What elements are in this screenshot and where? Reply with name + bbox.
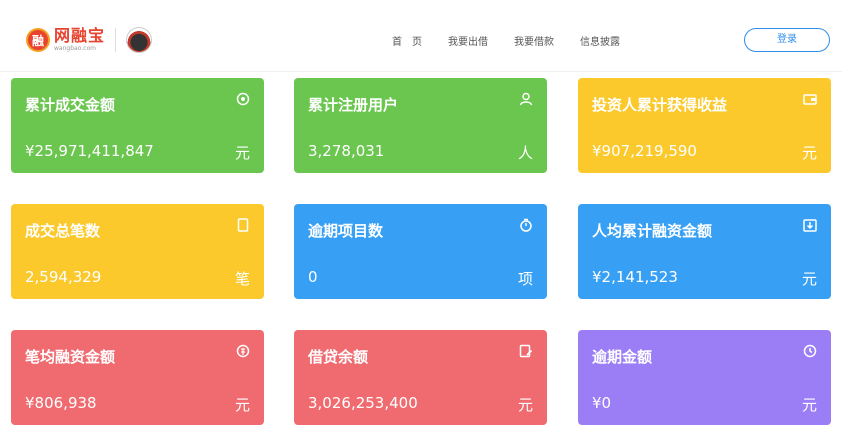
card-unit: 人 <box>517 144 533 162</box>
card-unit: 元 <box>801 396 817 414</box>
stat-card-avg-financing-per-deal: 笔均融资金额 ¥806,938 元 <box>11 330 264 425</box>
card-unit: 元 <box>234 144 250 162</box>
top-header: 融 网融宝 wangbao.com 首 页 我要出借 我要借款 信息披露 登录 <box>0 0 842 72</box>
logo-domain: wangbao.com <box>54 45 96 52</box>
stat-card-investor-earnings: 投资人累计获得收益 ¥907,219,590 元 <box>578 78 831 173</box>
card-value: ¥2,141,523 <box>592 268 678 286</box>
user-icon <box>519 92 533 106</box>
stat-card-loan-balance: 借贷余额 3,026,253,400 元 <box>294 330 547 425</box>
clock-icon <box>803 344 817 358</box>
logo-mark-icon: 融 <box>26 28 50 52</box>
card-value: ¥0 <box>592 394 612 412</box>
edit-icon <box>519 344 533 358</box>
stat-card-avg-financing-per-user: 人均累计融资金额 ¥2,141,523 元 <box>578 204 831 299</box>
card-title: 累计注册用户 <box>308 96 399 114</box>
card-value: 0 <box>308 268 318 286</box>
card-unit: 元 <box>517 396 533 414</box>
card-title: 借贷余额 <box>308 348 369 366</box>
nav-item-disclosure[interactable]: 信息披露 <box>580 33 620 48</box>
partner-badge-icon <box>126 27 153 53</box>
card-value: ¥806,938 <box>25 394 97 412</box>
wallet-icon <box>803 94 817 105</box>
card-title: 投资人累计获得收益 <box>592 96 728 114</box>
stat-card-overdue-amount: 逾期金额 ¥0 元 <box>578 330 831 425</box>
coin-icon <box>236 344 250 358</box>
card-value: ¥25,971,411,847 <box>25 142 154 160</box>
document-icon <box>237 218 249 232</box>
card-title: 累计成交金额 <box>25 96 116 114</box>
nav-item-borrow[interactable]: 我要借款 <box>514 33 554 48</box>
card-title: 人均累计融资金额 <box>592 222 713 240</box>
stat-card-total-transactions: 成交总笔数 2,594,329 笔 <box>11 204 264 299</box>
card-unit: 元 <box>801 270 817 288</box>
target-icon <box>236 92 250 106</box>
main-nav: 首 页 我要出借 我要借款 信息披露 <box>392 33 646 48</box>
card-value: 3,278,031 <box>308 142 385 160</box>
card-title: 逾期项目数 <box>308 222 384 240</box>
stat-card-total-volume: 累计成交金额 ¥25,971,411,847 元 <box>11 78 264 173</box>
nav-item-home[interactable]: 首 页 <box>392 33 422 48</box>
logo-divider <box>115 28 117 52</box>
card-unit: 笔 <box>234 270 250 288</box>
stopwatch-icon <box>520 218 532 232</box>
logo-name: 网融宝 <box>54 26 106 45</box>
stat-card-registered-users: 累计注册用户 3,278,031 人 <box>294 78 547 173</box>
login-button[interactable]: 登录 <box>744 28 830 52</box>
card-unit: 元 <box>234 396 250 414</box>
card-unit: 元 <box>801 144 817 162</box>
download-icon <box>803 219 817 232</box>
card-value: ¥907,219,590 <box>592 142 697 160</box>
card-title: 逾期金额 <box>592 348 653 366</box>
card-value: 2,594,329 <box>25 268 102 286</box>
card-value: 3,026,253,400 <box>308 394 418 412</box>
logo[interactable]: 融 网融宝 wangbao.com <box>26 26 153 54</box>
logo-text: 网融宝 wangbao.com <box>54 28 105 52</box>
stat-card-overdue-projects: 逾期项目数 0 项 <box>294 204 547 299</box>
card-title: 笔均融资金额 <box>25 348 116 366</box>
card-title: 成交总笔数 <box>25 222 101 240</box>
card-unit: 项 <box>517 270 533 288</box>
nav-item-lend[interactable]: 我要出借 <box>448 33 488 48</box>
